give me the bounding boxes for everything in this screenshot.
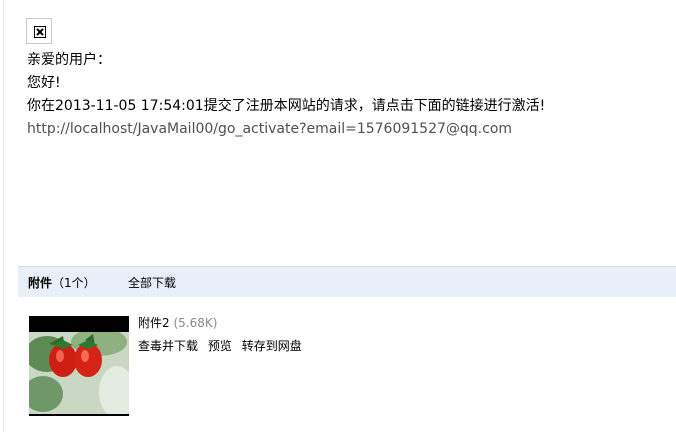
preview-button[interactable]: 预览 — [208, 339, 232, 353]
attachment-actions: 查毒并下载 预览 转存到网盘 — [138, 338, 308, 354]
file-size-text: (5.68K) — [173, 316, 218, 330]
save-to-cloud-button[interactable]: 转存到网盘 — [242, 339, 302, 353]
scan-download-button[interactable]: 查毒并下载 — [138, 339, 198, 353]
attachment-title: 附件（1个） — [28, 275, 96, 291]
download-all-button[interactable]: 全部下载 — [128, 275, 176, 291]
broken-image-icon — [26, 18, 52, 44]
greeting-text: 亲爱的用户： — [27, 52, 111, 68]
hello-text: 您好! — [27, 75, 61, 91]
attachment-label: 附件 — [28, 276, 53, 290]
activation-link[interactable]: http://localhost/JavaMail00/go_activate?… — [27, 119, 512, 139]
activation-notice: 你在2013-11-05 17:54:01提交了注册本网站的请求，请点击下面的链… — [27, 98, 546, 114]
attachment-header: 附件（1个） 全部下载 — [18, 266, 676, 297]
strawberry-thumbnail[interactable] — [29, 316, 129, 416]
file-name-text: 附件2 — [138, 316, 170, 330]
attachment-file-name: 附件2 (5.68K) — [138, 315, 217, 331]
attachment-count: （1个） — [52, 276, 96, 290]
left-divider — [3, 0, 4, 432]
